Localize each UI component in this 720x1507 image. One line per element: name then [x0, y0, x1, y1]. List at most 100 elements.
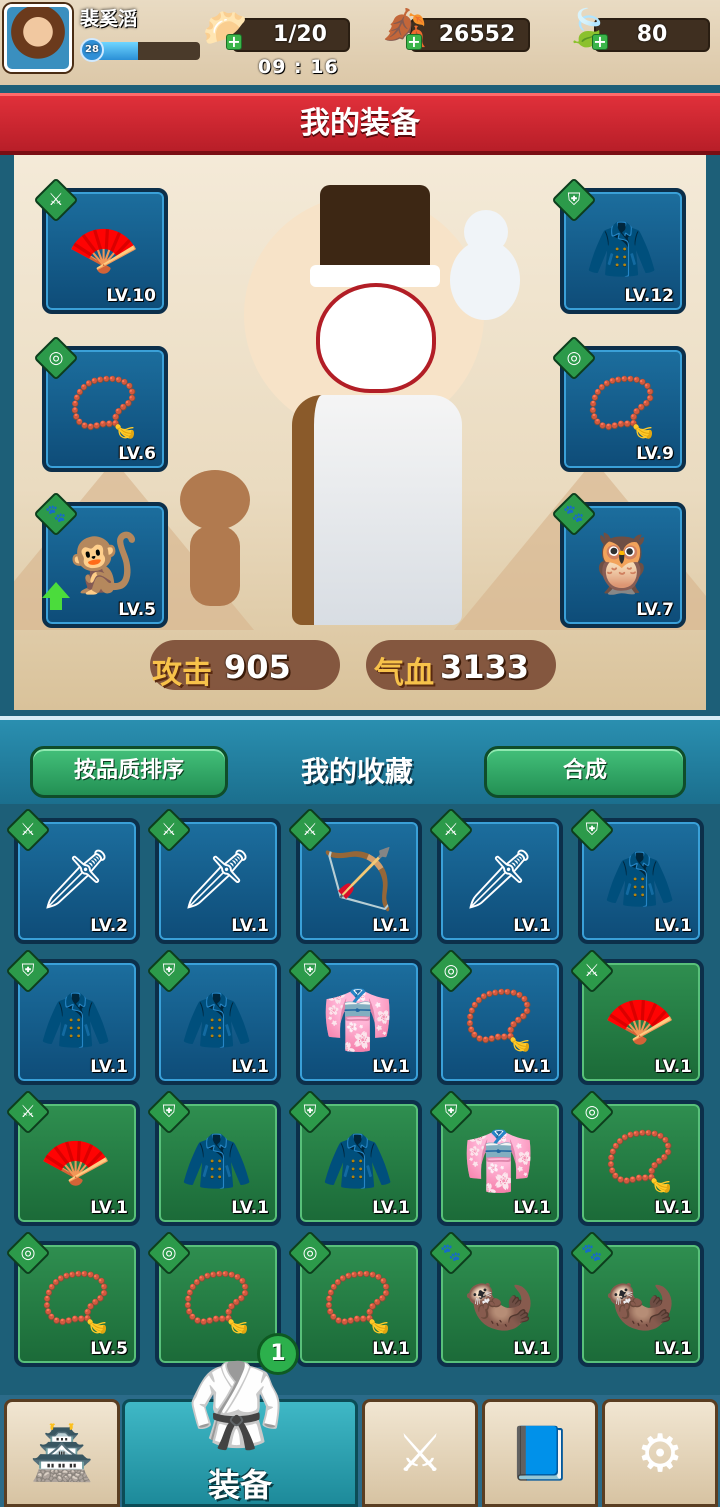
collection-grid: 🗡 LV.2 ⚔ 🗡 LV.1 ⚔ 🏹 LV.1 ⚔ 🗡 LV.1 ⚔ 🧥 LV.1 ⛨ 🧥 LV.1 ⛨ 🧥 LV.… — [0, 804, 720, 1394]
stamina-value: 1/20 — [273, 22, 327, 47]
collection-item[interactable]: 📿 LV.1 ◎ — [428, 948, 563, 1085]
stamina-timer: 09 : 16 — [258, 56, 339, 78]
item-art: 📿 — [603, 1127, 677, 1195]
add-gold-button[interactable]: + — [406, 34, 422, 50]
pet-icon: 🐾 — [45, 504, 67, 524]
upgrade-arrow-icon — [42, 582, 70, 610]
attack-value: 905 — [224, 648, 291, 686]
item-level: LV.1 — [654, 1198, 692, 1218]
weapon-icon: ⚔ — [443, 820, 459, 840]
stamina-counter: 1/20 — [232, 18, 350, 52]
collection-item[interactable]: 🗡 LV.2 ⚔ — [5, 807, 140, 944]
item-level: LV.1 — [654, 916, 692, 936]
collection-item[interactable]: 🧥 LV.1 ⛨ — [569, 807, 704, 944]
top-hud: 裴奚滔 28 1/20 🥟 + 26552 🍂 + 80 🍃 + 09 : 16 — [0, 0, 720, 85]
xp-bar — [96, 42, 200, 60]
weapon-icon: ⚔ — [161, 820, 177, 840]
combine-button[interactable]: 合成 — [484, 746, 686, 798]
item-level: LV.1 — [372, 1339, 410, 1359]
weapon-icon: ⚔ — [48, 190, 64, 210]
nav-tab-shop[interactable]: 🏯 — [4, 1399, 120, 1507]
item-art: 🧥 — [603, 845, 677, 913]
item-level: LV.10 — [106, 286, 156, 306]
collection-item[interactable]: 👘 LV.1 ⛨ — [287, 948, 422, 1085]
item-level: LV.9 — [636, 444, 674, 464]
item-level: LV.1 — [231, 916, 269, 936]
nav-active-label: 装备 — [207, 1466, 272, 1504]
collection-item[interactable]: 📿 LV.5 ◎ — [5, 1230, 140, 1367]
nav-tab-weapons[interactable]: ⚔ — [362, 1399, 478, 1507]
equipment-title-banner: 我的装备 — [0, 93, 720, 155]
equipment-slot-pet[interactable]: 🐒 LV.5 🐾 — [33, 491, 168, 628]
sort-by-quality-button[interactable]: 按品质排序 — [30, 746, 228, 798]
item-level: LV.1 — [372, 1198, 410, 1218]
nav-tab-settings[interactable]: ⚙ — [602, 1399, 718, 1507]
amulet-icon: ◎ — [48, 348, 64, 368]
amulet-icon: ◎ — [161, 1243, 177, 1263]
item-level: LV.7 — [636, 600, 674, 620]
pet-icon: 🐾 — [581, 1243, 603, 1263]
collection-item[interactable]: 🦦 LV.1 🐾 — [569, 1230, 704, 1367]
attack-label: 攻击 — [152, 656, 212, 691]
collection-item[interactable]: 🪭 LV.1 ⚔ — [569, 948, 704, 1085]
monkey-companion — [160, 470, 270, 630]
armor-icon: ⛨ — [162, 1102, 176, 1122]
gold-counter: 26552 — [410, 18, 530, 52]
collection-item[interactable]: 🗡 LV.1 ⚔ — [146, 807, 281, 944]
collection-item[interactable]: 🧥 LV.1 ⛨ — [146, 948, 281, 1085]
collection-item[interactable]: 🗡 LV.1 ⚔ — [428, 807, 563, 944]
item-art: 🪭 — [39, 1127, 113, 1195]
item-level: LV.2 — [90, 916, 128, 936]
equipment-slot-pet2[interactable]: 🦉 LV.7 🐾 — [551, 491, 686, 628]
armor-icon: ⛨ — [303, 961, 317, 981]
collection-item[interactable]: 🧥 LV.1 ⛨ — [5, 948, 140, 1085]
item-art: 🦉 — [585, 529, 659, 597]
collection-item[interactable]: 📿 LV.1 ◎ — [287, 1230, 422, 1367]
equipment-slot-weapon[interactable]: 🪭 LV.10 ⚔ — [33, 177, 168, 314]
pet-icon: 🐾 — [563, 504, 585, 524]
item-level: LV.1 — [513, 1339, 551, 1359]
item-level: LV.5 — [90, 1339, 128, 1359]
add-stamina-button[interactable]: + — [226, 34, 242, 50]
item-level: LV.12 — [624, 286, 674, 306]
hero-mask — [316, 283, 436, 393]
add-jade-button[interactable]: + — [592, 34, 608, 50]
item-level: LV.5 — [118, 600, 156, 620]
collection-item[interactable]: 🧥 LV.1 ⛨ — [287, 1089, 422, 1226]
player-avatar[interactable] — [4, 4, 72, 72]
amulet-icon: ◎ — [20, 1243, 36, 1263]
collection-item[interactable]: 👘 LV.1 ⛨ — [428, 1089, 563, 1226]
jade-counter: 80 — [594, 18, 710, 52]
weapon-icon: ⚔ — [302, 820, 318, 840]
item-art: 🦦 — [462, 1268, 536, 1336]
item-art: 👘 — [462, 1127, 536, 1195]
item-art: 🪭 — [603, 986, 677, 1054]
pet-icon: 🐾 — [440, 1243, 462, 1263]
player-name: 裴奚滔 — [80, 8, 138, 30]
item-art: 📿 — [67, 373, 141, 441]
equipment-slot-amulet[interactable]: 📿 LV.6 ◎ — [33, 335, 168, 472]
item-art: 🗡 — [180, 845, 254, 913]
equipment-slot-armor[interactable]: 🧥 LV.12 ⛨ — [551, 177, 686, 314]
collection-item[interactable]: 🦦 LV.1 🐾 — [428, 1230, 563, 1367]
collection-header: 按品质排序 我的收藏 合成 — [0, 716, 720, 804]
item-art: 🗡 — [39, 845, 113, 913]
notification-badge: 1 — [257, 1333, 299, 1375]
item-art: 📿 — [180, 1268, 254, 1336]
collection-item[interactable]: 🧥 LV.1 ⛨ — [146, 1089, 281, 1226]
collection-item[interactable]: 🪭 LV.1 ⚔ — [5, 1089, 140, 1226]
item-level: LV.1 — [231, 1057, 269, 1077]
collection-item[interactable]: 🏹 LV.1 ⚔ — [287, 807, 422, 944]
nav-tab-book[interactable]: 📘 — [482, 1399, 598, 1507]
item-art: 📿 — [585, 373, 659, 441]
collection-item[interactable]: 📿 LV.1 ◎ — [569, 1089, 704, 1226]
item-level: LV.1 — [90, 1057, 128, 1077]
item-art: 🧥 — [180, 1127, 254, 1195]
armor-icon: ⛨ — [444, 1102, 458, 1122]
hp-value: 3133 — [440, 648, 530, 686]
collection-title: 我的收藏 — [300, 755, 413, 788]
player-level-badge: 28 — [80, 38, 104, 62]
equipment-slot-amulet2[interactable]: 📿 LV.9 ◎ — [551, 335, 686, 472]
item-level: LV.1 — [513, 1198, 551, 1218]
armor-icon: ⛨ — [162, 961, 176, 981]
